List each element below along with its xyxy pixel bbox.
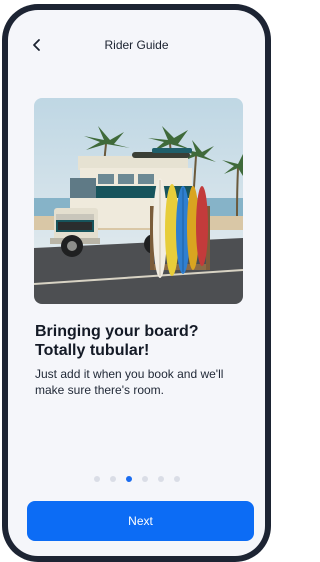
heading-line-1: Bringing your board? [35,323,199,340]
device-frame: Rider Guide Bringing your board? Totally… [2,4,271,562]
page-dot-3-active[interactable] [125,476,132,482]
next-button[interactable]: Next [27,501,254,541]
page-dot-6[interactable] [173,476,180,482]
page-dot-1[interactable] [93,476,100,482]
onboarding-heading: Bringing your board? Totally tubular! [35,322,255,360]
page-dot-4[interactable] [141,476,148,482]
onboarding-description: Just add it when you book and we'll make… [35,367,224,397]
page-title: Rider Guide [104,38,169,52]
page-dot-2[interactable] [109,476,116,482]
screen: Rider Guide Bringing your board? Totally… [8,10,265,556]
pagination-dots [8,476,265,482]
page-dot-5[interactable] [157,476,164,482]
van-surfboards-image [34,98,243,304]
heading-line-2: Totally tubular! [35,342,150,359]
header: Rider Guide [8,24,265,66]
